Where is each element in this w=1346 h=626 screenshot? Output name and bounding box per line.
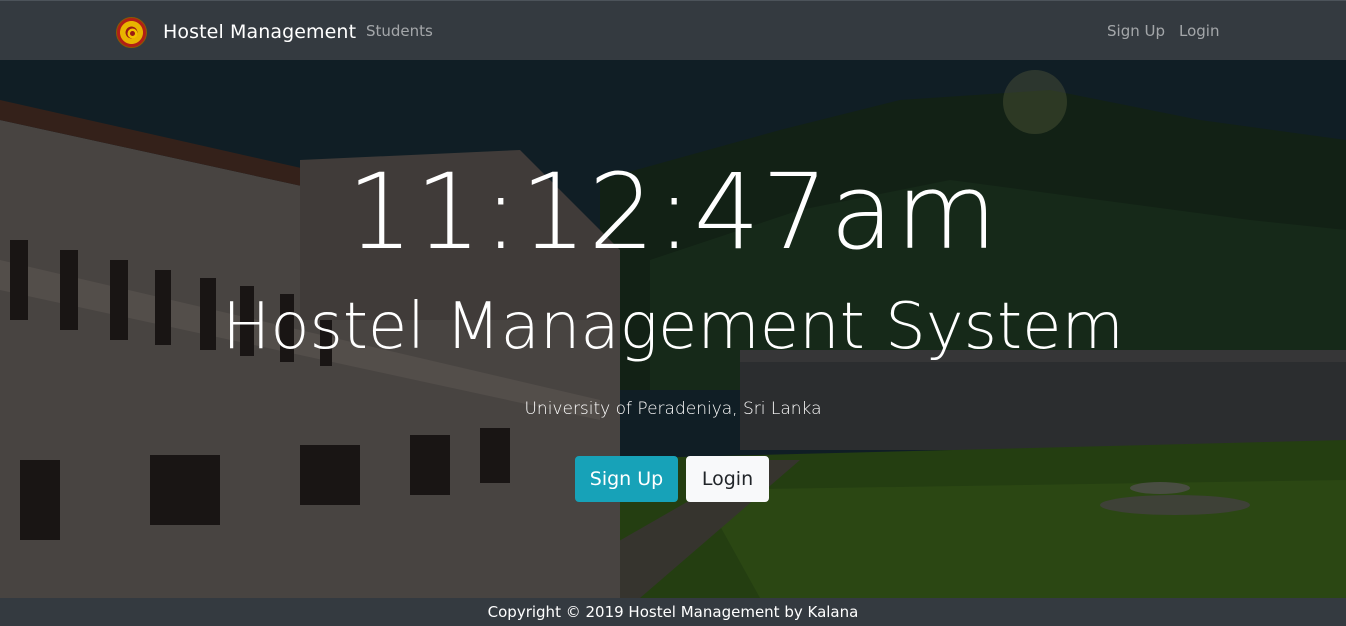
brand-link[interactable]: Hostel Management [116, 16, 356, 48]
top-navbar: Hostel Management Students Sign Up Login [0, 0, 1346, 60]
hero-section: 11:12:47am Hostel Management System Univ… [0, 60, 1346, 598]
brand-title: Hostel Management [163, 21, 357, 43]
live-clock: 11:12:47am [346, 151, 1000, 273]
university-crest-logo-icon [116, 16, 147, 48]
signup-button[interactable]: Sign Up [575, 456, 678, 502]
copyright-text: Copyright © 2019 Hostel Management by Ka… [487, 603, 859, 621]
nav-link-login[interactable]: Login [1179, 22, 1219, 40]
page-subtitle: University of Peradeniya, Sri Lanka [524, 399, 822, 419]
footer: Copyright © 2019 Hostel Management by Ka… [0, 598, 1346, 626]
page-title: Hostel Management System [222, 290, 1124, 364]
nav-link-signup[interactable]: Sign Up [1107, 22, 1165, 40]
nav-link-students[interactable]: Students [366, 22, 433, 40]
login-button[interactable]: Login [686, 456, 769, 502]
